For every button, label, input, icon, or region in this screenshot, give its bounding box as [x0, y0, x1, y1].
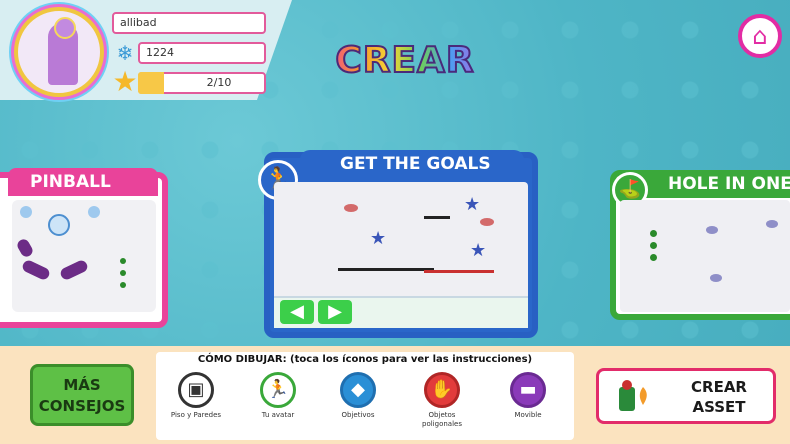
create-asset-button[interactable]: CREAR ASSET — [596, 368, 776, 424]
tool-movable[interactable]: ▬ Movible — [496, 372, 560, 438]
golf-dot — [650, 230, 657, 237]
game-title-get-the-goals: GET THE GOALS — [300, 150, 524, 178]
goal-bird — [344, 204, 358, 212]
create-asset-label: CREAR ASSET — [691, 378, 747, 416]
score-field: 1224 — [138, 42, 266, 64]
golf-hole — [706, 226, 718, 234]
snowflake-icon: ❄ — [116, 41, 134, 65]
goal-diamond-icon: ◆ — [340, 372, 376, 408]
asset-robot-icon — [619, 380, 647, 411]
tool-goals[interactable]: ◆ Objetivos — [326, 372, 390, 438]
user-avatar[interactable] — [14, 7, 104, 97]
tool-avatar[interactable]: 🏃 Tu avatar — [246, 372, 310, 438]
golf-dot — [650, 242, 657, 249]
game-title-pinball: PINBALL — [8, 168, 158, 196]
pinball-bumper — [48, 214, 70, 236]
pinball-preview — [12, 200, 156, 312]
golf-dot — [650, 254, 657, 261]
pinball-flipper — [20, 258, 52, 282]
tool-label: Movible — [514, 411, 542, 419]
get-the-goals-preview: ★ ★ ★ — [274, 182, 528, 300]
tool-label: Objetos poligonales — [422, 411, 462, 428]
goal-bird — [480, 218, 494, 226]
avatar-runner-icon: 🏃 — [260, 372, 296, 408]
goal-platform — [424, 216, 450, 219]
pinball-flipper — [58, 258, 90, 282]
floor-walls-icon: ▣ — [178, 372, 214, 408]
pinball-bumper — [88, 206, 100, 218]
level-progress-fill — [138, 72, 164, 94]
how-to-draw-title: CÓMO DIBUJAR: (toca los íconos para ver … — [197, 354, 533, 365]
polygon-objects-icon: ✋ — [424, 372, 460, 408]
goal-platform — [338, 268, 434, 271]
pinball-bumper — [20, 206, 32, 218]
home-icon[interactable]: ⌂ — [738, 14, 782, 58]
goal-star-icon: ★ — [464, 194, 481, 215]
level-text: 2/10 — [206, 76, 232, 89]
username-field: allibad — [112, 12, 266, 34]
goal-star-icon: ★ — [470, 240, 487, 261]
goal-platform — [424, 270, 494, 273]
more-tips-button[interactable]: MÁS CONSEJOS — [30, 364, 134, 426]
movable-icon: ▬ — [510, 372, 546, 408]
game-title-hole-in-one: HOLE IN ONE — [640, 170, 790, 198]
goal-star-icon: ★ — [370, 228, 387, 249]
hole-in-one-preview — [620, 200, 790, 312]
right-arrow-icon: ▶ — [318, 300, 352, 324]
pinball-dot — [120, 258, 126, 264]
pinball-dot — [120, 282, 126, 288]
pinball-dot — [120, 270, 126, 276]
page-title: CREAR — [330, 35, 480, 87]
star-icon: ★ — [112, 65, 138, 98]
left-arrow-icon: ◀ — [280, 300, 314, 324]
tool-floor-walls[interactable]: ▣ Piso y Paredes — [164, 372, 228, 438]
golf-hole — [710, 274, 722, 282]
tool-label: Piso y Paredes — [170, 411, 222, 419]
tool-polygon-objects[interactable]: ✋ Objetos poligonales — [410, 372, 474, 438]
pinball-flipper — [15, 237, 35, 259]
golf-hole — [766, 220, 778, 228]
tool-label: Objetivos — [341, 411, 375, 419]
tool-label: Tu avatar — [261, 411, 295, 419]
avatar-figure — [48, 17, 78, 85]
